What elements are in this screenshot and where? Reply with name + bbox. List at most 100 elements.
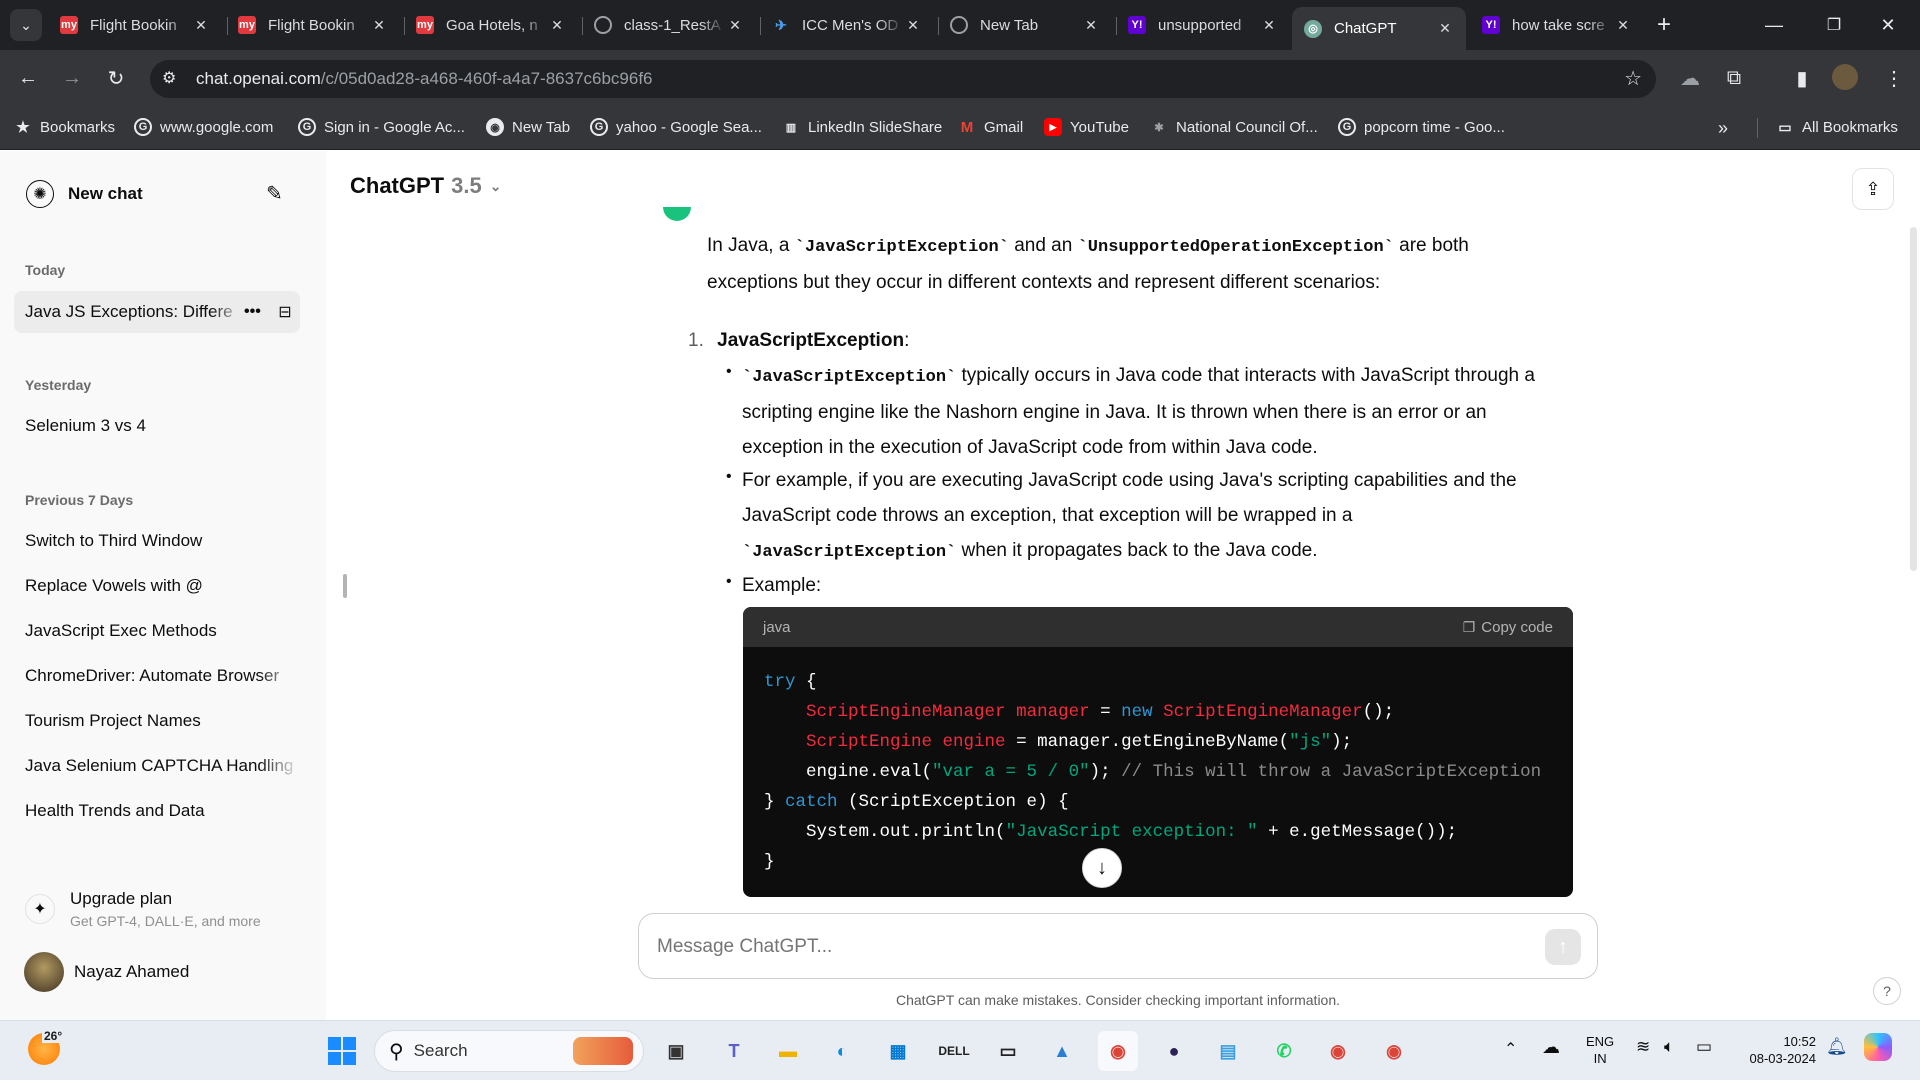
close-icon[interactable]: ✕ [1082,17,1100,34]
notification-bell-icon[interactable]: 🔔︎ [1826,1037,1848,1057]
copy-code-button[interactable]: ❐ Copy code [1463,619,1553,636]
close-icon[interactable]: ✕ [726,17,744,34]
notepad-icon[interactable]: ▤ [1208,1031,1248,1071]
archive-icon[interactable]: ⊟ [270,302,300,322]
chat-item-captcha[interactable]: Java Selenium CAPTCHA Handling [14,745,300,787]
tab-9[interactable]: Y! how take scre ✕ [1470,7,1644,43]
teams-icon[interactable]: T [714,1031,754,1071]
close-icon[interactable]: ✕ [1436,20,1454,37]
edit-new-chat-icon[interactable]: ✎ [266,181,283,206]
chat-item-chromedriver[interactable]: ChromeDriver: Automate Browser [14,655,300,697]
window-close-icon[interactable]: ✕ [1872,9,1904,41]
battery-icon[interactable]: ▭ [1696,1037,1712,1057]
reload-icon[interactable]: ↻ [100,62,132,94]
task-view-icon[interactable]: ▣ [656,1031,696,1071]
menu-kebab-icon[interactable]: ⋮ [1878,62,1910,94]
whatsapp-icon[interactable]: ✆ [1264,1031,1304,1071]
chat-item-tourism[interactable]: Tourism Project Names [14,700,300,742]
bookmark-slideshare[interactable]: ▥ LinkedIn SlideShare [782,118,942,136]
tab-2[interactable]: my Flight Bookin ✕ [226,7,400,43]
chat-item-java-js-exceptions[interactable]: Java JS Exceptions: Differe ••• ⊟ [14,291,300,333]
tab-1[interactable]: my Flight Bookin ✕ [48,7,222,43]
address-bar[interactable]: ⚙ chat.openai.com/c/05d0ad28-a468-460f-a… [150,60,1656,98]
forward-arrow-icon[interactable]: → [56,62,88,94]
tab-chatgpt-active[interactable]: ◎ ChatGPT ✕ [1292,7,1466,50]
bookmark-sign-in[interactable]: G Sign in - Google Ac... [298,118,465,136]
close-icon[interactable]: ✕ [192,17,210,34]
extension-cloud-icon[interactable]: ☁ [1674,62,1706,94]
all-bookmarks[interactable]: ▭ All Bookmarks [1776,118,1897,136]
dell-icon[interactable]: DELL [934,1031,974,1071]
share-button[interactable]: ⇪ [1852,168,1894,210]
restore-icon[interactable]: ❐ [1818,9,1850,41]
bookmark-youtube[interactable]: ▶ YouTube [1044,118,1129,136]
bookmark-gmail[interactable]: M Gmail [958,118,1023,136]
chevron-down-icon: ⌄ [489,177,502,194]
wifi-icon[interactable]: ≋ [1636,1037,1650,1057]
yahoo-icon: Y! [1482,16,1500,34]
close-icon[interactable]: ✕ [904,17,922,34]
store-icon[interactable]: ▦ [878,1031,918,1071]
new-tab-plus-icon[interactable]: + [1648,9,1680,41]
more-options-icon[interactable]: ••• [244,303,270,321]
scrollbar[interactable] [1910,227,1917,571]
side-panel-icon[interactable]: ▮ [1786,62,1818,94]
scroll-to-bottom-button[interactable]: ↓ [1082,848,1122,888]
bookmark-star-icon[interactable]: ☆ [1624,66,1642,91]
tab-5[interactable]: ✈ ICC Men's OD ✕ [760,7,934,43]
bookmark-new-tab[interactable]: ◉ New Tab [486,118,570,136]
bookmark-bookmarks[interactable]: ★ Bookmarks [14,118,115,137]
copilot-icon[interactable] [1864,1033,1892,1061]
section-today: Today [25,262,66,278]
tab-3[interactable]: my Goa Hotels, n ✕ [404,7,578,43]
bookmark-popcorn[interactable]: Gpopcorn time - Goo... [1338,118,1505,136]
terminal-icon[interactable]: ▭ [988,1031,1028,1071]
back-arrow-icon[interactable]: ← [12,62,44,94]
bookmark-yahoo-search[interactable]: Gyahoo - Google Sea... [590,118,762,136]
chat-item-health[interactable]: Health Trends and Data [14,790,300,832]
close-icon[interactable]: ✕ [370,17,388,34]
site-info-icon[interactable]: ⚙ [162,68,176,88]
user-profile[interactable]: Nayaz Ahamed [14,949,300,995]
chrome-profile-2-icon[interactable]: ◉ [1318,1031,1358,1071]
tab-4[interactable]: class-1_RestA ✕ [582,7,756,43]
minimize-icon[interactable]: — [1758,9,1790,41]
file-explorer-icon[interactable]: ▬ [768,1031,808,1071]
taskbar-search[interactable]: ⚲ Search [374,1030,644,1072]
close-icon[interactable]: ✕ [1260,17,1278,34]
chat-item-replace-vowels[interactable]: Replace Vowels with @ [14,565,300,607]
tray-chevron-up-icon[interactable]: ⌃ [1504,1039,1517,1059]
chat-item-switch-window[interactable]: Switch to Third Window [14,520,300,562]
extensions-puzzle-icon[interactable]: ⧉ [1718,62,1750,94]
close-icon[interactable]: ✕ [1614,17,1632,34]
chrome-profile-3-icon[interactable]: ◉ [1374,1031,1414,1071]
tab-title: Flight Bookin [268,16,355,34]
message-input[interactable] [657,932,1517,962]
chrome-taskbar-icon[interactable]: ◉ [1098,1031,1138,1071]
language-indicator[interactable]: ENG IN [1586,1033,1614,1067]
bookmarks-overflow-icon[interactable]: » [1718,118,1728,139]
tab-6[interactable]: New Tab ✕ [938,7,1112,43]
help-button[interactable]: ? [1873,977,1901,1005]
windows-start-icon[interactable] [322,1031,362,1071]
profile-avatar-icon[interactable] [1832,64,1858,90]
chat-item-js-exec[interactable]: JavaScript Exec Methods [14,610,300,652]
close-icon[interactable]: ✕ [548,17,566,34]
onedrive-cloud-icon[interactable]: ☁ [1542,1037,1560,1058]
edge-icon[interactable]: ◐ [822,1031,862,1071]
volume-icon[interactable]: 🔈︎ [1664,1037,1674,1057]
tab-7[interactable]: Y! unsupported ✕ [1116,7,1290,43]
upgrade-plan[interactable]: ✦ Upgrade plan Get GPT-4, DALL·E, and mo… [14,881,300,937]
photos-icon[interactable]: ▲ [1042,1031,1082,1071]
bookmark-ncert[interactable]: ✱ National Council Of... [1150,118,1317,136]
clock[interactable]: 10:52 08-03-2024 [1736,1033,1817,1067]
new-chat-row[interactable]: ✺ New chat [14,173,300,215]
sidebar-resize-handle[interactable] [343,574,347,598]
model-selector[interactable]: ChatGPT 3.5 ⌄ [350,173,501,199]
chat-item-selenium[interactable]: Selenium 3 vs 4 [14,405,300,447]
eclipse-icon[interactable]: ● [1154,1031,1194,1071]
bookmark-google[interactable]: Gwww.google.com [134,118,273,136]
tab-search-button[interactable]: ⌄ [10,9,42,41]
send-button[interactable]: ↑ [1545,929,1581,965]
weather-widget[interactable]: 26° [28,1029,65,1065]
